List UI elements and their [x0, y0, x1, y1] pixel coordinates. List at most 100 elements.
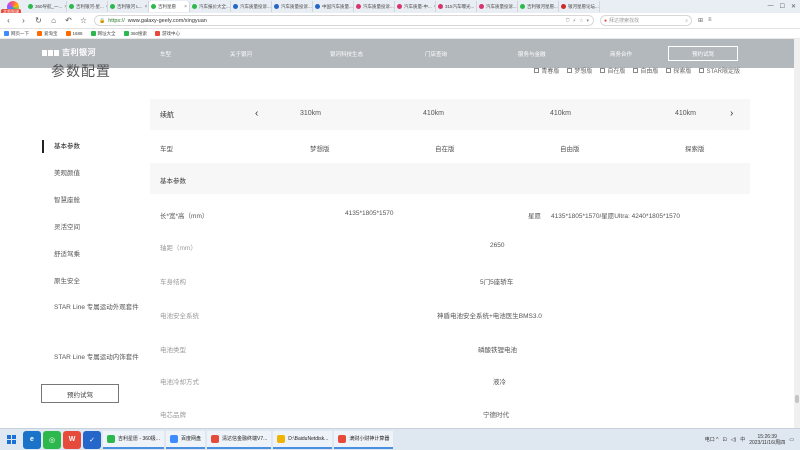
browser-tab[interactable]: 汽车报价大全...× — [190, 1, 231, 12]
site-nav-item[interactable]: 商务合作 — [610, 50, 632, 58]
range-value: 410km — [675, 110, 697, 117]
notification-icon[interactable]: ▭ — [789, 437, 794, 443]
bookmark-item[interactable]: 1688 — [65, 31, 83, 36]
back-icon[interactable]: ‹ — [4, 16, 13, 25]
reload-icon[interactable]: ↻ — [34, 16, 43, 25]
search-placeholder: 拜达搜索找找 — [609, 18, 640, 24]
variant-checkbox[interactable]: 探索版 — [666, 66, 691, 75]
wechat-icon[interactable]: ◎ — [43, 430, 61, 449]
ime-icon[interactable]: 中 — [740, 436, 745, 443]
bookmark-item[interactable]: 网页一下 — [4, 31, 29, 37]
browser-tab[interactable]: 吉利银河星愿...× — [518, 1, 559, 12]
bookmark-item[interactable]: 游戏中心 — [155, 31, 180, 37]
start-button[interactable] — [0, 429, 22, 450]
shield-icon[interactable]: ⛉ — [566, 18, 570, 24]
sidebar-item[interactable]: 舒适驾乘 — [42, 241, 142, 268]
taskbar-app[interactable]: 百度网盘 — [165, 430, 205, 449]
browser-tab[interactable]: 汽车质量投诉...× — [231, 1, 272, 12]
scroll-thumb[interactable] — [795, 395, 799, 403]
sidebar-test-drive-button[interactable]: 预约试驾 — [41, 384, 119, 403]
taskbar-app[interactable]: 吉利星愿 - 360极... — [103, 430, 164, 449]
range-value: 310km — [300, 110, 322, 117]
browser-tab[interactable]: 315汽车曝光...× — [436, 1, 477, 12]
minimize-icon[interactable]: — — [768, 3, 774, 10]
tab-close-icon[interactable]: × — [184, 4, 187, 10]
search-engine-icon: ● — [604, 17, 608, 24]
network-icon[interactable]: ⊡ — [722, 437, 726, 443]
tab-label: 银河星愿论坛... — [568, 3, 599, 9]
browser-tab[interactable]: 360导航_一... × — [26, 1, 67, 12]
tray-label[interactable]: 电口 ^ — [705, 436, 719, 443]
lightning-icon[interactable]: ⚡ — [572, 18, 576, 24]
variant-checkbox[interactable]: 青春版 — [534, 66, 559, 75]
sidebar-item[interactable]: STAR Line 专属运动外观套件 — [42, 295, 142, 345]
undo-icon[interactable]: ↶ — [64, 16, 73, 25]
wps-icon[interactable]: W — [63, 430, 81, 449]
site-logo-text: 吉利银河 — [62, 48, 96, 57]
range-label: 续航 — [160, 112, 174, 119]
spec-row: 电池冷却方式 液冷 — [160, 376, 750, 386]
variant-label: 自由版 — [640, 69, 659, 75]
browser-tab[interactable]: 汽车质量投诉...× — [354, 1, 395, 12]
site-nav-item[interactable]: 服务与金融 — [518, 50, 546, 58]
clock[interactable]: 15:26:39 2023/11/16/周四 — [749, 434, 785, 446]
bookmark-item[interactable]: 360搜索 — [123, 31, 147, 37]
tab-label: 汽车报价大全... — [199, 3, 230, 9]
taskbar-app[interactable]: 滴财小财神计算器 — [334, 430, 394, 449]
chevron-down-icon[interactable]: ▾ — [586, 18, 589, 24]
spec-row: 轴距（mm） 2650 — [160, 242, 750, 252]
browser-tab[interactable]: 吉利银河-星...× — [67, 1, 108, 12]
taskbar-app[interactable]: D:\BaiduNetdisk... — [273, 430, 333, 449]
chevron-left-icon[interactable]: ‹ — [255, 108, 258, 119]
browser-tab[interactable]: 汽车质量投诉...× — [272, 1, 313, 12]
browser-tab[interactable]: 中国汽车质量...× — [313, 1, 354, 12]
site-nav-item[interactable]: 门店查询 — [425, 50, 447, 58]
feishu-icon[interactable]: ✓ — [83, 430, 101, 449]
sidebar-item[interactable]: 原生安全 — [42, 268, 142, 295]
tab-label: 吉利银河-星... — [76, 3, 104, 9]
chevron-right-icon[interactable]: › — [730, 108, 733, 119]
bookmark-star-icon[interactable]: ☆ — [579, 18, 583, 24]
menu-icon[interactable]: ≡ — [708, 17, 712, 24]
browser-tab[interactable]: 吉利银河 L... × — [108, 1, 149, 12]
search-icon[interactable]: ⌕ — [685, 18, 688, 24]
forward-icon[interactable]: › — [19, 16, 28, 25]
close-icon[interactable]: ✕ — [791, 3, 796, 10]
variant-checkbox[interactable]: 自在版 — [600, 66, 625, 75]
page-scrollbar[interactable] — [794, 39, 800, 428]
site-logo[interactable]: 吉利银河 — [42, 47, 96, 58]
home-icon[interactable]: ⌂ — [49, 16, 58, 25]
taskbar-app[interactable]: 清达信金融终端V7... — [206, 430, 272, 449]
tab-close-icon[interactable]: × — [145, 4, 148, 10]
volume-icon[interactable]: ◁) — [731, 437, 737, 443]
bookmark-item[interactable]: 网址大全 — [90, 31, 116, 37]
spec-label: 电池冷却方式 — [160, 379, 199, 386]
maximize-icon[interactable]: ☐ — [780, 3, 785, 10]
variant-label: 青春版 — [541, 69, 560, 75]
variant-checkbox[interactable]: 梦想版 — [567, 66, 592, 75]
sidebar-item[interactable]: 智慧座舱 — [42, 187, 142, 214]
bookmark-label: 游戏中心 — [162, 30, 181, 36]
edge-icon[interactable]: e — [23, 430, 41, 449]
star-icon[interactable]: ☆ — [79, 16, 88, 25]
browser-tab[interactable]: 汽车质量-中...× — [395, 1, 436, 12]
site-nav-item[interactable]: 车型 — [160, 50, 171, 58]
browser-tab[interactable]: 吉利星愿 × — [149, 1, 190, 12]
sidebar-item[interactable]: 美观颜值 — [42, 160, 142, 187]
search-input[interactable]: ● 拜达搜索找找 ⌕ — [600, 15, 692, 26]
variant-legend: 青春版 梦想版 自在版 自由版 探索版 STAR限定版 — [534, 66, 740, 75]
browser-logo-icon[interactable]: 北师智课 — [0, 0, 26, 15]
bookmark-item[interactable]: 爱淘宝 — [37, 31, 58, 37]
variant-checkbox[interactable]: 自由版 — [633, 66, 658, 75]
spec-label: 电池类型 — [160, 347, 186, 354]
header-test-drive-button[interactable]: 预约试驾 — [668, 46, 738, 61]
site-nav-item[interactable]: 关于银河 — [230, 50, 252, 58]
extensions-icon[interactable]: ⊞ — [698, 17, 703, 24]
url-input[interactable]: 🔒 https://www.galaxy-geely.com/xingyuan … — [94, 15, 594, 26]
variant-checkbox[interactable]: STAR限定版 — [699, 66, 740, 75]
site-nav-item[interactable]: 银河科技生态 — [330, 50, 363, 58]
browser-tab[interactable]: 汽车质量投诉...× — [477, 1, 518, 12]
sidebar-item[interactable]: 基本参数 — [42, 133, 142, 160]
sidebar-item[interactable]: 灵活空间 — [42, 214, 142, 241]
browser-tab[interactable]: 银河星愿论坛...× — [559, 1, 600, 12]
